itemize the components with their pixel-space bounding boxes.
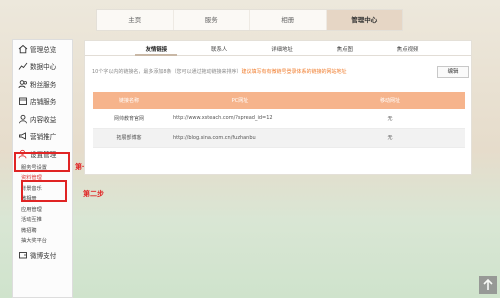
sidebar-item-label: 营销推广 [30, 133, 57, 142]
sidebar-item-payment[interactable]: 微博支付 [13, 247, 72, 265]
column-header-mobile-url: 移动网址 [315, 92, 465, 109]
cell-pc-url[interactable]: http://blog.sina.com.cn/fuzhanbu [165, 128, 315, 148]
home-icon [18, 44, 28, 53]
sidebar-subitem-app-management[interactable]: 应用管理 [13, 205, 72, 216]
tab-contacts[interactable]: 联系人 [188, 45, 251, 53]
arrow-up-icon [483, 278, 493, 290]
instruction-text-gray: 10个字以内的链接名，最多添加8条（您可以通过拖动链接来排序） [92, 69, 242, 75]
annotation-step-2: 第二步 [83, 190, 104, 198]
sidebar-item-label: 微博支付 [30, 252, 57, 261]
table-row[interactable]: 网帅教育官网 http://www.xsteach.com/?spread_id… [93, 109, 465, 129]
nav-services[interactable]: 服务 [174, 10, 250, 30]
sidebar-subitem-account-settings[interactable]: 服务号设置 [13, 163, 72, 174]
tab-friend-links[interactable]: 友情链接 [125, 45, 188, 53]
edit-button[interactable]: 编辑 [437, 66, 469, 78]
column-header-link-name: 链接名称 [93, 92, 165, 109]
wallet-icon [19, 252, 27, 259]
sidebar-item-label: 店铺服务 [30, 98, 57, 107]
tab-focus-image[interactable]: 焦点图 [313, 45, 376, 53]
sidebar-item-store-service[interactable]: 店铺服务 [13, 93, 72, 111]
store-icon [19, 97, 27, 106]
active-tab-indicator [135, 54, 177, 56]
cell-pc-url[interactable]: http://www.xsteach.com/?spread_id=12 [165, 109, 315, 129]
user-icon [19, 114, 27, 124]
tab-bar: 友情链接 联系人 详细地址 焦点图 焦点视频 [125, 43, 439, 54]
main-panel: 友情链接 联系人 详细地址 焦点图 焦点视频 10个字以内的链接名，最多添加8条… [84, 40, 472, 175]
main-navigation: 主页 服务 相册 管理中心 [96, 9, 403, 31]
sidebar: 管理总览 数据中心 粉丝服务 店铺服务 内容收益 营销推广 设置管理 服务号设置… [12, 39, 73, 298]
cell-mobile-url: 无 [315, 128, 465, 148]
tab-address[interactable]: 详细地址 [251, 45, 314, 53]
sidebar-subitem-profile-management[interactable]: 资料管理 [13, 173, 72, 184]
nav-management-center[interactable]: 管理中心 [326, 10, 402, 30]
sidebar-item-label: 内容收益 [30, 115, 57, 124]
sidebar-item-overview[interactable]: 管理总览 [13, 40, 72, 58]
cell-mobile-url: 无 [315, 109, 465, 129]
sidebar-item-label: 管理总览 [30, 45, 57, 54]
tab-focus-video[interactable]: 焦点视频 [376, 45, 439, 53]
sidebar-item-content-revenue[interactable]: 内容收益 [13, 110, 72, 128]
sidebar-subitem-micro-album[interactable]: 微相册 [13, 194, 72, 205]
cell-link-name: 网帅教育官网 [93, 109, 165, 129]
sidebar-item-data-center[interactable]: 数据中心 [13, 58, 72, 76]
cell-link-name: 拓展部博客 [93, 128, 165, 148]
scroll-to-top-button[interactable] [479, 276, 497, 294]
sidebar-subitem-lottery-platform[interactable]: 抽大奖平台 [13, 236, 72, 247]
nav-home[interactable]: 主页 [97, 10, 174, 30]
sidebar-subitem-background-music[interactable]: 背景音乐 [13, 184, 72, 195]
table-header-row: 链接名称 PC网址 移动网址 [93, 92, 465, 109]
sidebar-subitem-activity-promotion[interactable]: 活动互推 [13, 215, 72, 226]
sidebar-item-marketing[interactable]: 营销推广 [13, 128, 72, 146]
top-bar: 主页 服务 相册 管理中心 [0, 0, 500, 36]
chart-icon [18, 62, 28, 71]
instruction-text-highlight: 建议填写有有微链号登录体系的链接的网站地址 [241, 69, 347, 75]
instruction-text: 10个字以内的链接名，最多添加8条（您可以通过拖动链接来排序）建议填写有有微链号… [92, 68, 432, 76]
sidebar-item-label: 设置管理 [30, 150, 57, 159]
megaphone-icon [19, 132, 26, 140]
sidebar-item-label: 数据中心 [30, 63, 57, 72]
links-table: 链接名称 PC网址 移动网址 网帅教育官网 http://www.xsteach… [93, 92, 465, 148]
sidebar-subitem-recruitment[interactable]: 微招聘 [13, 226, 72, 237]
user-group-icon [18, 80, 27, 88]
user-settings-icon [18, 149, 27, 159]
table-row[interactable]: 拓展部博客 http://blog.sina.com.cn/fuzhanbu 无 [93, 128, 465, 148]
sidebar-item-label: 粉丝服务 [30, 80, 57, 89]
sidebar-item-fan-service[interactable]: 粉丝服务 [13, 75, 72, 93]
sidebar-item-settings[interactable]: 设置管理 [13, 145, 72, 163]
column-header-pc-url: PC网址 [165, 92, 315, 109]
nav-album[interactable]: 相册 [250, 10, 327, 30]
